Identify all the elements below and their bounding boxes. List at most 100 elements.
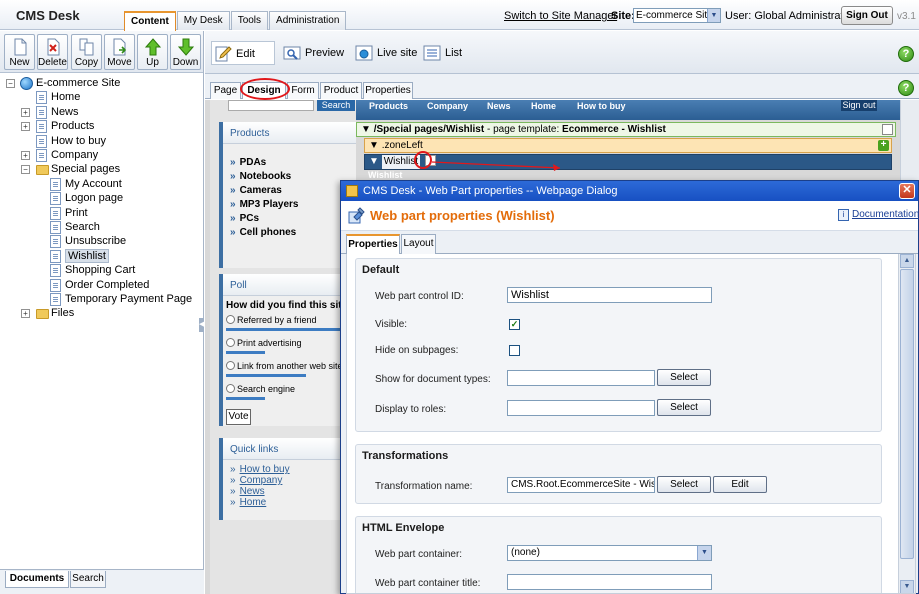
quick-link[interactable]: » Company <box>223 475 356 486</box>
copy-button[interactable]: Copy <box>71 34 102 70</box>
collapse-triangle-icon[interactable]: ▼ <box>369 140 382 151</box>
sign-out-button[interactable]: Sign Out <box>841 6 893 25</box>
help-icon[interactable]: ? <box>898 46 914 62</box>
tree-item[interactable]: Search <box>0 220 200 234</box>
hide-on-subpages-checkbox[interactable] <box>509 345 520 356</box>
new-button[interactable]: New <box>4 34 35 70</box>
help-icon-2[interactable]: ? <box>898 80 914 96</box>
tree-item[interactable]: How to buy <box>0 134 200 148</box>
poll-option[interactable]: Search engine <box>223 384 356 407</box>
tree-item[interactable]: Order Completed <box>0 278 200 292</box>
quick-link[interactable]: » Home <box>223 497 356 508</box>
product-link[interactable]: » MP3 Players <box>223 198 356 212</box>
tree-root[interactable]: − E-commerce Site <box>0 76 200 90</box>
tab-properties-dialog[interactable]: Properties <box>346 234 400 255</box>
tree-item[interactable]: + Files <box>0 306 200 320</box>
collapse-triangle-icon[interactable]: ▼ <box>369 156 382 167</box>
preview-nav-item[interactable]: Products <box>369 101 408 111</box>
display-to-roles-input[interactable] <box>507 400 655 416</box>
edit-template-icon[interactable] <box>882 124 893 135</box>
tab-documents[interactable]: Documents <box>5 571 69 588</box>
poll-option[interactable]: Link from another web site <box>223 361 356 384</box>
preview-search-input[interactable] <box>228 100 314 111</box>
tab-content[interactable]: Content <box>124 11 176 31</box>
scroll-thumb[interactable] <box>900 269 914 559</box>
vote-button[interactable]: Vote <box>226 409 251 425</box>
panel-splitter-handle[interactable]: ◀ <box>199 318 204 332</box>
add-webpart-icon[interactable]: + <box>878 140 889 151</box>
poll-option[interactable]: Print advertising <box>223 338 356 361</box>
product-link[interactable]: » Notebooks <box>223 170 356 184</box>
tab-administration[interactable]: Administration <box>269 11 347 30</box>
close-icon[interactable]: ✕ <box>899 183 915 199</box>
roles-select-button[interactable]: Select <box>657 399 711 416</box>
product-link[interactable]: » Cameras <box>223 184 356 198</box>
product-link[interactable]: » PCs <box>223 212 356 226</box>
tree-item[interactable]: Home <box>0 90 200 105</box>
preview-nav-item[interactable]: How to buy <box>577 101 626 111</box>
tab-properties[interactable]: Properties <box>363 82 413 99</box>
radio-button[interactable] <box>226 338 235 347</box>
switch-to-site-manager-link[interactable]: Switch to Site Manager <box>504 10 617 22</box>
edit-mode-button[interactable]: Edit <box>211 41 275 65</box>
tab-tools[interactable]: Tools <box>230 11 269 30</box>
tab-product[interactable]: Product <box>320 82 362 99</box>
preview-nav-item[interactable]: Company <box>427 101 468 111</box>
tab-form[interactable]: Form <box>287 82 319 99</box>
collapse-triangle-icon[interactable]: ▼ <box>361 124 374 135</box>
transformation-edit-button[interactable]: Edit <box>713 476 767 493</box>
visible-checkbox[interactable]: ✓ <box>509 319 520 330</box>
expand-icon[interactable]: + <box>21 107 30 117</box>
tree-item[interactable]: Wishlist <box>0 248 200 263</box>
site-select[interactable]: E-commerce Site ▼ <box>633 8 721 23</box>
preview-sign-out[interactable]: Sign out <box>841 100 877 111</box>
expand-icon[interactable]: + <box>21 151 30 160</box>
transformation-select-button[interactable]: Select <box>657 476 711 493</box>
up-button[interactable]: Up <box>137 34 168 70</box>
product-link[interactable]: » PDAs <box>223 156 356 170</box>
down-button[interactable]: Down <box>170 34 201 70</box>
poll-option[interactable]: Referred by a friend <box>223 315 356 338</box>
preview-mode-button[interactable]: Preview <box>281 41 344 65</box>
document-types-select-button[interactable]: Select <box>657 369 711 386</box>
container-select[interactable]: (none) ▼ <box>507 545 712 561</box>
product-link[interactable]: » Cell phones <box>223 226 356 240</box>
tree-item[interactable]: Unsubscribe <box>0 234 200 249</box>
expand-icon[interactable]: + <box>21 122 30 132</box>
tree-item[interactable]: + News <box>0 105 200 119</box>
tab-search[interactable]: Search <box>70 571 106 588</box>
delete-button[interactable]: Delete <box>37 34 68 70</box>
tree-item[interactable]: Print <box>0 206 200 220</box>
scroll-up-icon[interactable]: ▲ <box>900 254 914 268</box>
collapse-icon[interactable]: − <box>6 79 15 88</box>
tab-page[interactable]: Page <box>210 82 241 99</box>
preview-nav-item[interactable]: News <box>487 101 511 111</box>
tab-my-desk[interactable]: My Desk <box>176 11 230 30</box>
document-types-input[interactable] <box>507 370 655 386</box>
live-site-button[interactable]: Live site <box>353 41 417 65</box>
tree-item[interactable]: + Products <box>0 119 200 134</box>
control-id-input[interactable]: Wishlist <box>507 287 712 303</box>
dialog-scrollbar[interactable]: ▲ ▼ <box>898 254 915 593</box>
tree-item[interactable]: + Company <box>0 148 200 162</box>
tree-item[interactable]: Shopping Cart <box>0 263 200 278</box>
move-button[interactable]: Move <box>104 34 135 70</box>
preview-search-button[interactable]: Search <box>317 100 355 111</box>
list-mode-button[interactable]: List <box>421 41 462 65</box>
scroll-down-icon[interactable]: ▼ <box>900 580 914 593</box>
tree-item[interactable]: Temporary Payment Page <box>0 292 200 306</box>
documentation-link[interactable]: i Documentation <box>838 209 919 221</box>
quick-link[interactable]: » News <box>223 486 356 497</box>
tree-item[interactable]: Logon page <box>0 191 200 206</box>
tree-item[interactable]: My Account <box>0 177 200 191</box>
radio-button[interactable] <box>226 315 235 324</box>
transformation-name-input[interactable]: CMS.Root.EcommerceSite - Wishlist <box>507 477 655 493</box>
expand-icon[interactable]: + <box>21 309 30 319</box>
preview-nav-item[interactable]: Home <box>531 101 556 111</box>
radio-button[interactable] <box>226 384 235 393</box>
tab-layout[interactable]: Layout <box>401 234 436 254</box>
container-title-input[interactable] <box>507 574 712 590</box>
radio-button[interactable] <box>226 361 235 370</box>
tree-item[interactable]: − Special pages <box>0 162 200 176</box>
quick-link[interactable]: » How to buy <box>223 464 356 475</box>
